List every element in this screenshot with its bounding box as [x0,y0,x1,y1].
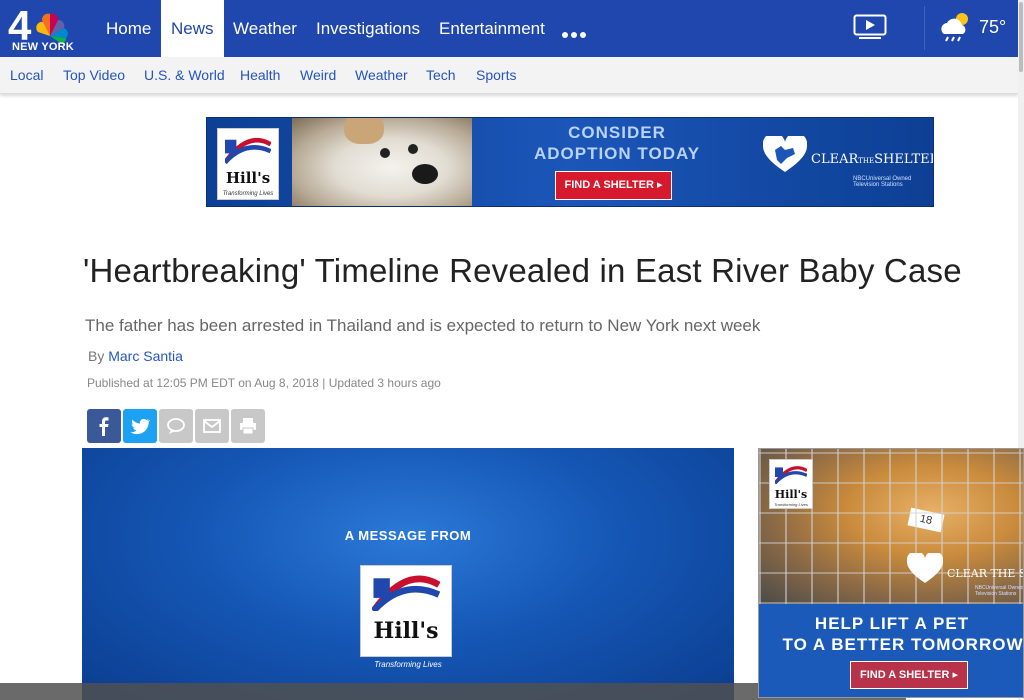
right-ad-find-shelter-button[interactable]: FIND A SHELTER ▸ [850,661,968,689]
print-icon [240,418,256,435]
subnav-weird[interactable]: Weird [300,67,336,83]
share-comment-button[interactable] [159,409,193,443]
video-message-label: A MESSAGE FROM [344,528,472,543]
partly-cloudy-rain-icon[interactable] [938,10,974,46]
article-summary: The father has been arrested in Thailand… [85,316,761,335]
video-player[interactable]: A MESSAGE FROM Hill's Transforming Lives [82,448,734,700]
nav-weather[interactable]: Weather [223,0,307,57]
more-dots-icon[interactable] [562,25,589,43]
subnav-weather[interactable]: Weather [355,67,408,83]
subnav-health[interactable]: Health [240,67,280,83]
scrollbar-thumb[interactable] [1019,2,1023,72]
author-link[interactable]: Marc Santia [108,348,183,364]
find-shelter-button[interactable]: FIND A SHELTER ▸ [555,171,672,200]
publish-dateline: Published at 12:05 PM EDT on Aug 8, 2018… [87,376,441,390]
svg-text:4: 4 [8,6,32,46]
twitter-icon [130,418,150,435]
right-rail-ad[interactable]: 18 Hill's Transforming Lives CLEAR THE S… [758,448,1024,698]
byline: By Marc Santia [88,348,183,364]
hills-logo: Hill's Transforming Lives [217,128,279,200]
nav-entertainment[interactable]: Entertainment [429,0,555,57]
right-ad-nbcu-label: NBCUniversal Owned Television Stations [975,585,1024,597]
video-hills-logo: Hill's [360,565,452,657]
subnav-tech[interactable]: Tech [426,67,456,83]
clear-the-shelters-logo: CLEARTHESHELTERS [811,152,933,167]
nbcu-stations-label: NBCUniversal Owned Television Stations [853,176,912,188]
subnav-us-world[interactable]: U.S. & World [144,67,225,83]
subnav-local[interactable]: Local [10,67,43,83]
clear-the-shelters-heart-icon [763,136,807,172]
article-headline: 'Heartbreaking' Timeline Revealed in Eas… [83,252,962,289]
right-ad-headline: HELP LIFT A PET TO A BETTER TOMORROW [782,614,1024,654]
right-ad-hills-logo: Hill's Transforming Lives [769,459,813,509]
nav-home[interactable]: Home [96,0,161,57]
nav-investigations[interactable]: Investigations [306,0,430,57]
facebook-icon [99,417,109,436]
email-icon [203,419,221,433]
right-ad-partner: CLEAR THE SHELT [947,567,1023,580]
share-facebook-button[interactable] [87,409,121,443]
top-banner-ad[interactable]: Hill's Transforming Lives CONSIDER ADOPT… [206,117,934,207]
byline-prefix: By [88,348,105,364]
share-email-button[interactable] [195,409,229,443]
subnav-sports[interactable]: Sports [476,67,516,83]
video-brand-tagline: Transforming Lives [374,660,442,669]
subnav-top-video[interactable]: Top Video [63,67,125,83]
sub-navigation-bar: Local Top Video U.S. & World Health Weir… [0,57,1018,94]
top-navigation-bar: 4 NEW YORK Home News Weather Investigati… [0,0,1018,57]
video-play-icon[interactable] [853,14,887,40]
temperature[interactable]: 75° [979,17,1006,38]
share-twitter-button[interactable] [123,409,157,443]
nbc-peacock-icon: 4 [8,2,68,49]
dog-photo [292,118,472,206]
share-print-button[interactable] [231,409,265,443]
nav-news[interactable]: News [161,0,224,57]
ad-headline: CONSIDER ADOPTION TODAY [533,123,701,163]
logo-city-label: NEW YORK [12,41,74,53]
right-ad-heart-icon [907,553,943,583]
comment-icon [167,418,185,434]
nav-divider [924,6,925,50]
